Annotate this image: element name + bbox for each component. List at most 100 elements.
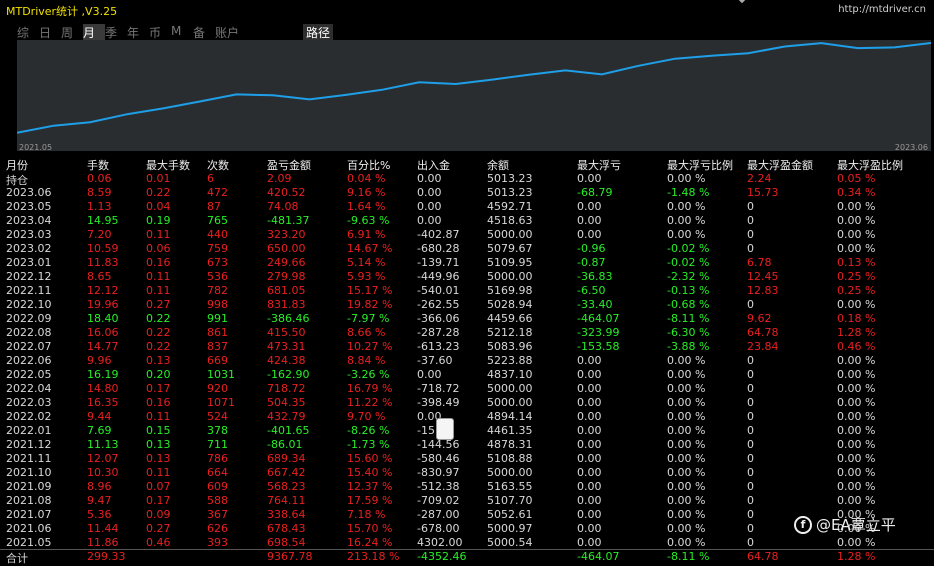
table-row[interactable]: 2021.10 10.30 0.11 664 667.42 15.40 % -830.97 5… bbox=[0, 466, 934, 480]
table-cell: 367 bbox=[207, 508, 228, 521]
table-row[interactable]: 2022.12 8.65 0.11 536 279.98 5.93 % -449.96 500… bbox=[0, 270, 934, 284]
table-cell: -15 bbox=[417, 424, 435, 437]
chart-x-end-label: 2023.06 bbox=[894, 143, 928, 152]
table-row[interactable]: 2023.03 7.20 0.11 440 323.20 6.91 % -402.87 500… bbox=[0, 228, 934, 242]
table-cell: 0.11 bbox=[146, 466, 171, 479]
table-row[interactable]: 2022.04 14.80 0.17 920 718.72 16.79 % -718.72 5… bbox=[0, 382, 934, 396]
table-cell: 0.00 bbox=[417, 172, 442, 185]
table-cell: 920 bbox=[207, 382, 228, 395]
table-cell: 16.06 bbox=[87, 326, 119, 339]
column-header[interactable]: 手数 bbox=[87, 157, 109, 173]
table-row[interactable]: 2022.08 16.06 0.22 861 415.50 8.66 % -287.28 52… bbox=[0, 326, 934, 340]
table-cell: 650.00 bbox=[267, 242, 306, 255]
table-cell: 759 bbox=[207, 242, 228, 255]
table-cell: 0.00 % bbox=[837, 424, 876, 437]
table-cell: 2.09 bbox=[267, 172, 292, 185]
table-cell: 12.37 % bbox=[347, 480, 393, 493]
totals-cell: -8.11 % bbox=[667, 550, 710, 563]
table-row[interactable]: 2022.09 18.40 0.22 991 -386.46 -7.97 % -366.06… bbox=[0, 312, 934, 326]
path-button[interactable]: 路径 bbox=[303, 24, 334, 41]
column-header[interactable]: 次数 bbox=[207, 157, 229, 173]
table-row[interactable]: 2022.02 9.44 0.11 524 432.79 9.70 % 0.00 4894.1… bbox=[0, 410, 934, 424]
table-row[interactable]: 2022.06 9.96 0.13 669 424.38 8.84 % -37.60 5223… bbox=[0, 354, 934, 368]
table-cell: 2023.01 bbox=[6, 256, 52, 269]
table-cell: 4894.14 bbox=[487, 410, 533, 423]
tab-0[interactable]: 综 bbox=[17, 24, 39, 41]
table-cell: -0.02 % bbox=[667, 256, 710, 269]
table-cell: 415.50 bbox=[267, 326, 306, 339]
table-cell: -68.79 bbox=[577, 186, 613, 199]
table-row[interactable]: 2021.08 9.47 0.17 588 764.11 17.59 % -709.02 51… bbox=[0, 494, 934, 508]
table-cell: 5000.00 bbox=[487, 466, 533, 479]
table-row[interactable]: 2022.01 7.69 0.15 378 -401.65 -8.26 % -15 4461.… bbox=[0, 424, 934, 438]
table-row[interactable]: 2022.03 16.35 0.16 1071 504.35 11.22 % -398.49… bbox=[0, 396, 934, 410]
table-cell: 0.09 bbox=[146, 508, 171, 521]
table-cell: 9.47 bbox=[87, 494, 112, 507]
table-cell: 7.18 % bbox=[347, 508, 386, 521]
column-header[interactable]: 余额 bbox=[487, 157, 509, 173]
column-header[interactable]: 月份 bbox=[6, 157, 28, 173]
table-row[interactable]: 2021.05 11.86 0.46 393 698.54 16.24 % 4302.00 5… bbox=[0, 536, 934, 550]
table-cell: 2021.07 bbox=[6, 508, 52, 521]
table-cell: 0.34 % bbox=[837, 186, 876, 199]
totals-cell: -464.07 bbox=[577, 550, 620, 563]
table-cell: 2022.09 bbox=[6, 312, 52, 325]
table-cell: 0.16 bbox=[146, 396, 171, 409]
table-cell: -718.72 bbox=[417, 382, 460, 395]
table-cell: 0.22 bbox=[146, 186, 171, 199]
tab-7[interactable]: M bbox=[171, 24, 193, 41]
tab-8[interactable]: 备 bbox=[193, 24, 215, 41]
app-title: MTDriver统计 ,V3.25 bbox=[6, 5, 118, 18]
column-header[interactable]: 盈亏金额 bbox=[267, 157, 311, 173]
table-row[interactable]: 2023.01 11.83 0.16 673 249.66 5.14 % -139.71 51… bbox=[0, 256, 934, 270]
table-cell: 0 bbox=[747, 452, 754, 465]
table-row[interactable]: 2022.07 14.77 0.22 837 473.31 10.27 % -613.23 5… bbox=[0, 340, 934, 354]
column-header[interactable]: 最大浮亏 bbox=[577, 157, 621, 173]
table-row[interactable]: 2022.10 19.96 0.27 998 831.83 19.82 % -262.55 5… bbox=[0, 298, 934, 312]
table-row[interactable]: 2023.02 10.59 0.06 759 650.00 14.67 % -680.28 5… bbox=[0, 242, 934, 256]
table-row[interactable]: 2021.11 12.07 0.13 786 689.34 15.60 % -580.46 5… bbox=[0, 452, 934, 466]
table-cell: 0.00 bbox=[577, 172, 602, 185]
table-cell: 15.17 % bbox=[347, 284, 393, 297]
column-header[interactable]: 最大手数 bbox=[146, 157, 190, 173]
table-cell: 4518.63 bbox=[487, 214, 533, 227]
table-row[interactable]: 2021.09 8.96 0.07 609 568.23 12.37 % -512.38 51… bbox=[0, 480, 934, 494]
table-cell: 5107.70 bbox=[487, 494, 533, 507]
table-row[interactable]: 2022.11 12.12 0.11 782 681.05 15.17 % -540.01 5… bbox=[0, 284, 934, 298]
table-row[interactable]: 2022.05 16.19 0.20 1031 -162.90 -3.26 % 0.00 48… bbox=[0, 368, 934, 382]
column-header[interactable]: 最大浮盈比例 bbox=[837, 157, 903, 173]
table-cell: 18.40 bbox=[87, 312, 119, 325]
table-row[interactable]: 2021.12 11.13 0.13 711 -86.01 -1.73 % -144.56 4… bbox=[0, 438, 934, 452]
table-cell: 0.00 % bbox=[667, 438, 706, 451]
table-cell: 0.00 % bbox=[667, 480, 706, 493]
tab-5[interactable]: 年 bbox=[127, 24, 149, 41]
table-row[interactable]: 2023.04 14.95 0.19 765 -481.37 -9.63 % 0.00 451… bbox=[0, 214, 934, 228]
table-cell: 0.00 % bbox=[667, 424, 706, 437]
table-cell: 0.15 bbox=[146, 424, 171, 437]
table-cell: 2022.11 bbox=[6, 284, 52, 297]
table-cell: 0.00 % bbox=[837, 452, 876, 465]
column-header[interactable]: 最大浮亏比例 bbox=[667, 157, 733, 173]
table-cell: 0.00 bbox=[577, 354, 602, 367]
column-header[interactable]: 出入金 bbox=[417, 157, 450, 173]
tab-3[interactable]: 月 bbox=[83, 24, 105, 41]
table-cell: 0.05 % bbox=[837, 172, 876, 185]
column-header[interactable]: 最大浮盈金额 bbox=[747, 157, 813, 173]
table-cell: 473.31 bbox=[267, 340, 306, 353]
table-cell: -0.96 bbox=[577, 242, 606, 255]
table-row[interactable]: 持仓 0.06 0.01 6 2.09 0.04 % 0.00 5013.23 0.00 0.00… bbox=[0, 172, 934, 187]
table-cell: 0.00 % bbox=[837, 354, 876, 367]
column-header[interactable]: 百分比% bbox=[347, 157, 390, 173]
tab-4[interactable]: 季 bbox=[105, 24, 127, 41]
table-cell: 5163.55 bbox=[487, 480, 533, 493]
tab-6[interactable]: 币 bbox=[149, 24, 171, 41]
tab-2[interactable]: 周 bbox=[61, 24, 83, 41]
tab-9[interactable]: 账户 bbox=[215, 24, 275, 41]
table-cell: 420.52 bbox=[267, 186, 306, 199]
table-cell: 0.00 % bbox=[837, 480, 876, 493]
table-row[interactable]: 2023.06 8.59 0.22 472 420.52 9.16 % 0.00 5013.2… bbox=[0, 186, 934, 200]
website-link[interactable]: http://mtdriver.cn bbox=[838, 4, 926, 15]
tab-1[interactable]: 日 bbox=[39, 24, 61, 41]
table-row[interactable]: 2023.05 1.13 0.04 87 74.08 1.64 % 0.00 4592.71 0… bbox=[0, 200, 934, 214]
table-cell: 0.25 % bbox=[837, 270, 876, 283]
